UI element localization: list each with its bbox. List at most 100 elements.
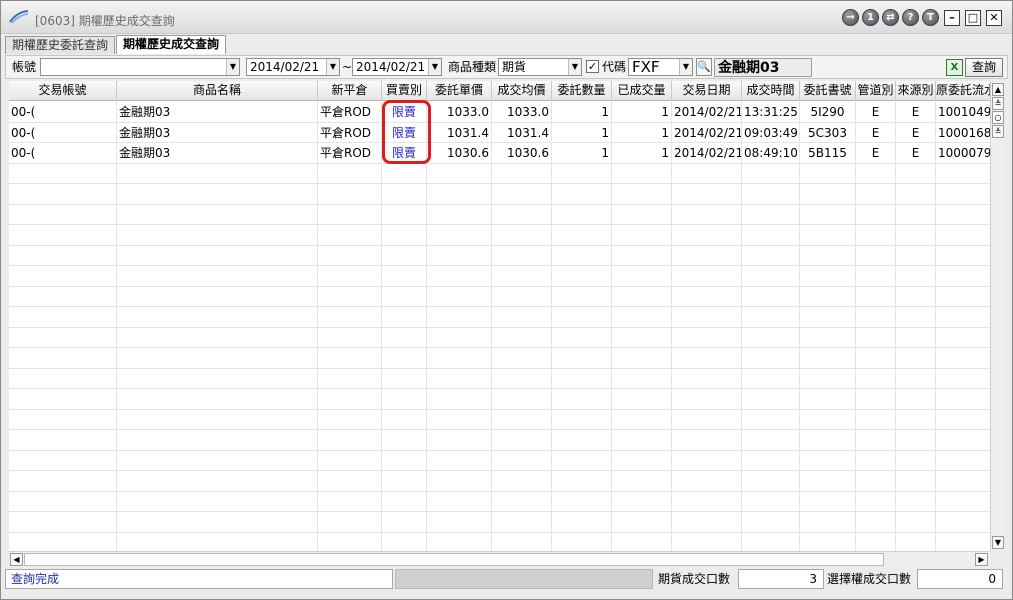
excel-export-icon[interactable]: X (946, 59, 963, 76)
table-cell: 限賣 (382, 143, 427, 163)
empty-table-row (9, 245, 990, 266)
account-label: 帳號 (12, 60, 37, 74)
empty-table-row (9, 409, 990, 430)
table-cell (117, 368, 318, 389)
date-from-picker[interactable]: 2014/02/21 ▼ (246, 58, 340, 76)
column-header[interactable]: 商品名稱 (117, 81, 318, 101)
column-header[interactable]: 委託數量 (552, 81, 612, 101)
table-cell (800, 368, 856, 389)
table-cell (382, 286, 427, 307)
table-cell (742, 245, 800, 266)
query-button[interactable]: 查詢 (965, 58, 1004, 77)
date-from-value: 2014/02/21 (250, 60, 320, 74)
column-header[interactable]: 來源別 (896, 81, 936, 101)
code-select[interactable]: FXF ▼ (628, 58, 693, 76)
scroll-left-icon[interactable]: ◀ (10, 553, 23, 566)
table-cell (856, 491, 896, 512)
column-header[interactable]: 管道別 (856, 81, 896, 101)
link-icon[interactable]: ⇄ (882, 9, 899, 26)
table-cell (382, 307, 427, 327)
empty-table-row (9, 491, 990, 512)
search-icon[interactable]: 🔍 (696, 58, 712, 76)
table-cell (382, 389, 427, 409)
table-cell (742, 163, 800, 184)
table-row[interactable]: 00-(金融期03 平倉ROD 限賣 1031.4 1031.4 1 1 2014/02/21… (9, 122, 990, 143)
table-cell (427, 327, 492, 348)
table-cell (856, 184, 896, 204)
date-to-picker[interactable]: 2014/02/21 ▼ (352, 58, 442, 76)
maximize-icon[interactable]: □ (965, 9, 981, 26)
table-cell (742, 409, 800, 430)
export-icon[interactable]: → (842, 9, 859, 26)
table-cell (552, 409, 612, 430)
table-cell (427, 491, 492, 512)
table-cell (800, 409, 856, 430)
table-cell (117, 225, 318, 245)
app-logo-icon (9, 10, 29, 24)
table-cell: E (856, 102, 896, 122)
account-select[interactable]: ▼ (40, 58, 240, 76)
options-count-value: 0 (917, 569, 1003, 589)
column-header[interactable]: 委託書號 (800, 81, 856, 101)
topmost-icon[interactable]: T (922, 9, 939, 26)
horizontal-scrollbar[interactable]: ◀ ▶ (9, 551, 990, 566)
table-row[interactable]: 00-(金融期03 平倉ROD 限賣 1033.0 1033.0 1 1 2014/02/21… (9, 102, 990, 123)
product-type-label: 商品種類 (448, 60, 497, 74)
table-cell (9, 163, 117, 184)
table-cell (427, 532, 492, 551)
product-type-select[interactable]: 期貨 ▼ (498, 58, 582, 76)
scroll-up-icon[interactable]: ▲ (992, 83, 1004, 96)
tab-order-history[interactable]: 期權歷史委託查詢 (5, 36, 116, 54)
column-header[interactable]: 成交均價 (492, 81, 552, 101)
table-cell (9, 471, 117, 491)
scroll-home-icon[interactable]: ○ (992, 111, 1004, 124)
table-row[interactable]: 00-(金融期03 平倉ROD 限賣 1030.6 1030.6 1 1 2014/02/21… (9, 143, 990, 164)
column-header[interactable]: 成交時間 (742, 81, 800, 101)
table-cell (9, 450, 117, 471)
horizontal-scroll-thumb[interactable] (24, 553, 884, 566)
column-header[interactable]: 委託單價 (427, 81, 492, 101)
table-cell (612, 204, 672, 225)
table-cell (492, 430, 552, 450)
column-header[interactable]: 買賣別 (382, 81, 427, 101)
table-cell (672, 307, 742, 327)
table-cell (800, 225, 856, 245)
table-cell (492, 348, 552, 368)
table-cell (552, 389, 612, 409)
close-icon[interactable]: ✕ (986, 9, 1002, 26)
scroll-top-icon[interactable]: ≙ (992, 97, 1004, 110)
table-cell (117, 266, 318, 286)
table-cell (856, 348, 896, 368)
table-cell (9, 348, 117, 368)
tab-trade-history[interactable]: 期權歷史成交查詢 (116, 35, 227, 54)
help-icon[interactable]: ? (902, 9, 919, 26)
table-cell: 5C303 (800, 122, 856, 143)
column-header[interactable]: 交易日期 (672, 81, 742, 101)
column-header[interactable]: 交易帳號 (9, 81, 117, 101)
scroll-bottom-icon[interactable]: ≚ (992, 125, 1004, 138)
window-one-icon[interactable]: 1 (862, 9, 879, 26)
minimize-icon[interactable]: – (944, 9, 960, 26)
table-cell (672, 348, 742, 368)
column-header[interactable]: 新平倉 (318, 81, 382, 101)
column-header[interactable]: 已成交量 (612, 81, 672, 101)
table-cell (382, 266, 427, 286)
table-cell (492, 245, 552, 266)
scroll-right-icon[interactable]: ▶ (975, 553, 988, 566)
table-cell (382, 409, 427, 430)
table-cell (492, 491, 552, 512)
table-cell: 1000079 (936, 143, 990, 163)
table-cell: E (896, 122, 936, 143)
table-cell (427, 307, 492, 327)
vertical-scrollbar[interactable]: ▲ ≙ ○ ≚ ▼ (990, 81, 1004, 551)
table-cell (612, 307, 672, 327)
table-cell (936, 307, 990, 327)
table-cell (318, 266, 382, 286)
table-cell: 5B115 (800, 143, 856, 163)
table-cell (742, 450, 800, 471)
code-checkbox[interactable]: ✓ (586, 60, 599, 73)
scroll-down-icon[interactable]: ▼ (992, 536, 1004, 549)
column-header[interactable]: 原委託流水 (936, 81, 990, 101)
table-cell (936, 492, 990, 512)
table-cell: 2014/02/21 (672, 122, 742, 143)
